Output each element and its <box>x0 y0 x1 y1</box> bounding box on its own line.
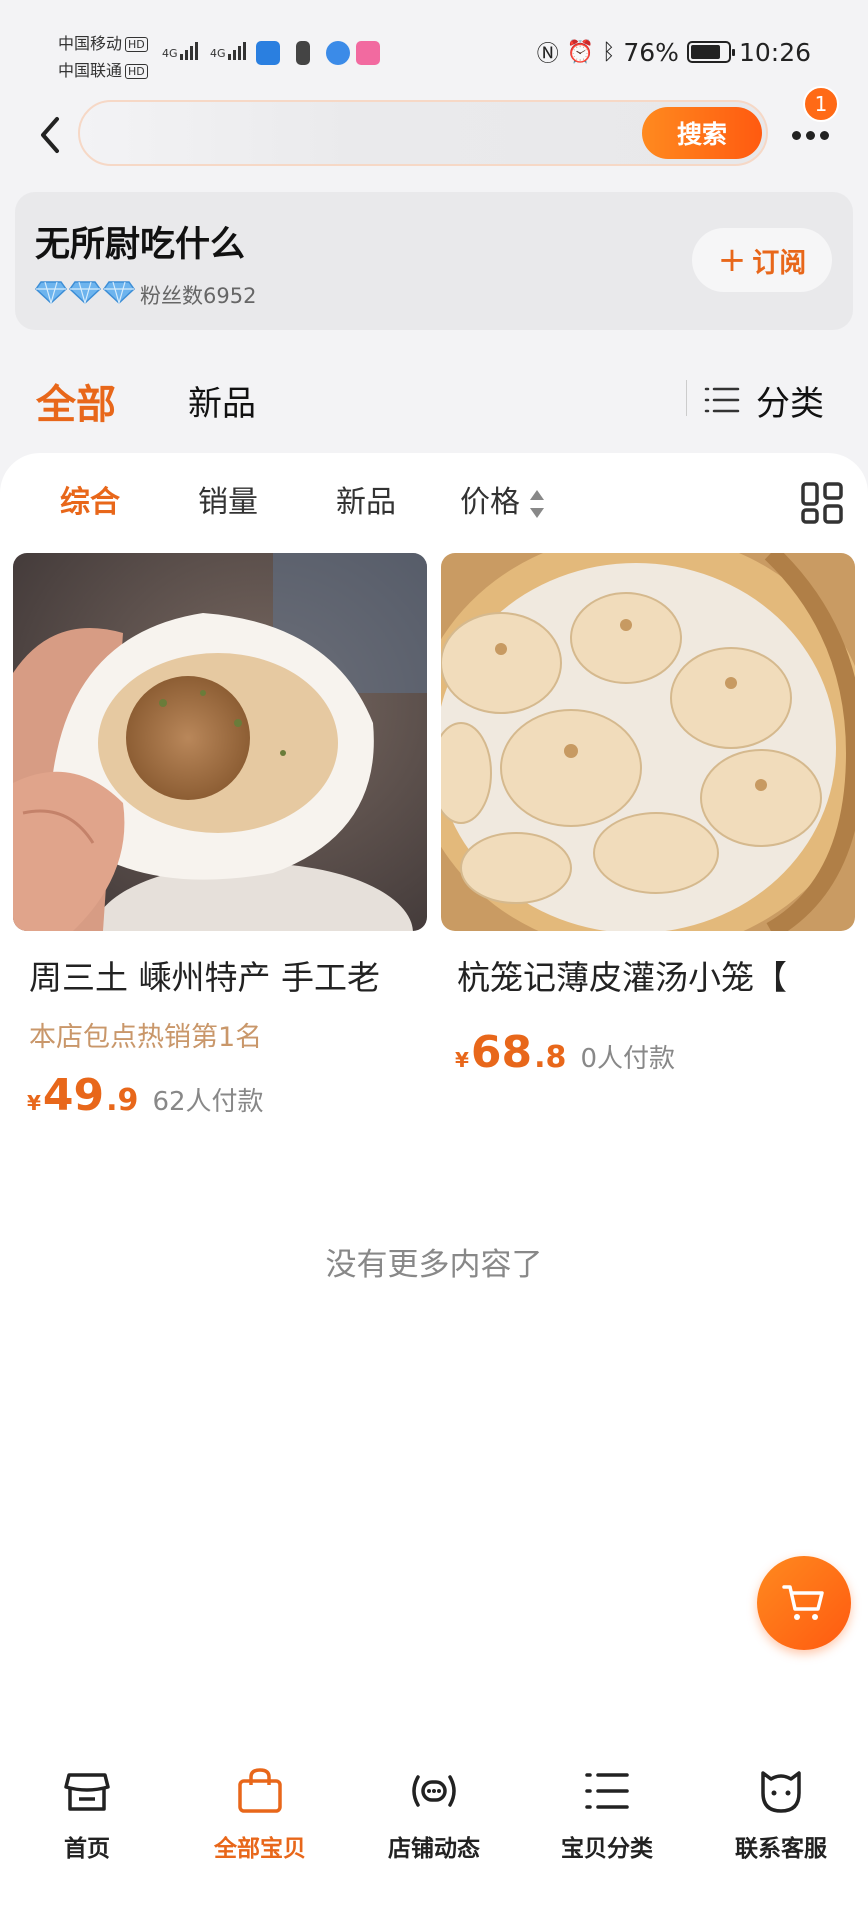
chevron-left-icon <box>41 117 59 153</box>
notification-badge: 1 <box>803 86 839 122</box>
hd-badge: HD <box>125 64 148 79</box>
category-nav: 全部 新品 分类 <box>0 360 868 440</box>
carrier-primary: 中国移动 HD <box>58 30 148 54</box>
warning-icon <box>296 41 310 65</box>
sort-arrows-icon <box>528 488 544 520</box>
carrier-secondary: 中国联通 HD <box>58 57 148 81</box>
status-right: Ⓝ ⏰ ᛒ 76% 10:26 <box>537 36 811 68</box>
tab-label: 全部宝贝 <box>214 1836 306 1862</box>
sort-price[interactable]: 价格 <box>460 475 544 531</box>
cart-icon <box>782 1585 824 1620</box>
sort-sales[interactable]: 销量 <box>198 475 258 531</box>
divider <box>686 380 687 416</box>
carrier-name: 中国移动 <box>58 34 123 53</box>
diamond-icon <box>69 281 101 304</box>
currency-symbol: ¥ <box>27 1091 41 1115</box>
classify-button[interactable]: 分类 <box>704 372 824 428</box>
list-icon <box>585 1773 629 1809</box>
subscribe-button[interactable]: + 订阅 <box>692 228 832 292</box>
shop-name: 无所尉吃什么 <box>35 225 246 265</box>
app-notification-icon <box>256 41 280 65</box>
tab-label: 宝贝分类 <box>561 1836 653 1862</box>
fan-count: 粉丝数6952 <box>140 284 257 308</box>
tab-shop-news[interactable]: 店铺动态 <box>359 1765 509 1875</box>
plus-icon: + <box>717 240 747 280</box>
broadcast-icon <box>412 1775 456 1807</box>
product-card[interactable]: 杭笼记薄皮灌汤小笼【 ¥ 68 .8 0人付款 <box>441 553 855 1078</box>
app-notification-icon <box>326 41 350 65</box>
product-rank-tag: 本店包点热销第1名 <box>29 1022 263 1053</box>
tab-label: 店铺动态 <box>388 1836 480 1862</box>
bottom-tab-bar: 首页 全部宝贝 店铺动态 宝贝分类 联系客服 <box>0 1755 868 1885</box>
sales-count: 62人付款 <box>152 1087 264 1117</box>
sort-comprehensive[interactable]: 综合 <box>60 475 120 531</box>
clock: 10:26 <box>738 37 811 67</box>
price-integer: 49 <box>42 1070 105 1121</box>
dot <box>791 130 801 140</box>
signal-icon: 4G <box>210 42 246 60</box>
subscribe-label: 订阅 <box>752 247 807 279</box>
search-button[interactable]: 搜索 <box>642 107 762 159</box>
network-type: 4G <box>210 47 226 60</box>
currency-symbol: ¥ <box>455 1048 469 1072</box>
cart-button[interactable] <box>757 1556 851 1650</box>
sort-bar: 综合 销量 新品 价格 <box>0 475 868 531</box>
battery-percent: 76% <box>623 37 679 67</box>
product-image[interactable] <box>13 553 427 931</box>
dot <box>805 130 815 140</box>
signal-icon: 4G <box>162 42 198 60</box>
search-input[interactable] <box>104 112 624 154</box>
nfc-icon: Ⓝ <box>536 42 559 67</box>
dot <box>819 130 829 140</box>
alarm-icon: ⏰ <box>566 39 595 65</box>
tab-categories[interactable]: 宝贝分类 <box>532 1765 682 1875</box>
sort-new[interactable]: 新品 <box>336 475 396 531</box>
customer-service-icon <box>761 1771 801 1813</box>
list-icon <box>704 387 740 413</box>
tab-label: 首页 <box>64 1836 110 1862</box>
shop-icon <box>64 1773 110 1811</box>
sales-count: 0人付款 <box>580 1044 675 1074</box>
shopping-bag-icon <box>238 1768 282 1813</box>
carrier-name: 中国联通 <box>58 61 123 80</box>
diamond-icon <box>35 281 67 304</box>
tab-all[interactable]: 全部 <box>36 372 116 430</box>
shop-rating <box>35 280 135 304</box>
price-integer: 68 <box>470 1027 533 1078</box>
bluetooth-icon: ᛒ <box>602 39 616 65</box>
soup-dumplings-image <box>441 553 855 931</box>
battery-icon <box>686 41 735 63</box>
network-type: 4G <box>162 47 178 60</box>
back-button[interactable] <box>30 110 70 160</box>
product-title[interactable]: 周三土 嵊州特产 手工老 <box>29 951 419 999</box>
tab-label: 联系客服 <box>735 1836 827 1862</box>
sort-price-label: 价格 <box>460 485 520 520</box>
price-decimal: .8 <box>534 1040 567 1075</box>
tab-customer-service[interactable]: 联系客服 <box>706 1765 856 1875</box>
tab-new[interactable]: 新品 <box>188 376 256 425</box>
price-row: ¥ 49 .9 62人付款 <box>27 1070 427 1121</box>
price-decimal: .9 <box>106 1083 139 1118</box>
app-notification-icon <box>356 41 380 65</box>
tab-home[interactable]: 首页 <box>12 1765 162 1875</box>
product-image[interactable] <box>441 553 855 931</box>
product-panel: 综合 销量 新品 价格 周三土 嵊州特产 手工老 本店包点热销第1名 ¥ 49 … <box>0 453 868 1920</box>
diamond-icon <box>103 281 135 304</box>
status-bar: 中国移动 HD 中国联通 HD 4G 4G Ⓝ ⏰ ᛒ 76% 10:26 <box>0 0 868 100</box>
search-bar: 搜索 <box>78 100 768 166</box>
classify-label: 分类 <box>756 383 824 424</box>
price-row: ¥ 68 .8 0人付款 <box>455 1027 855 1078</box>
hd-badge: HD <box>125 37 148 52</box>
product-card[interactable]: 周三土 嵊州特产 手工老 本店包点热销第1名 ¥ 49 .9 62人付款 <box>13 553 427 1121</box>
shop-card: 无所尉吃什么 粉丝数6952 + 订阅 <box>15 192 853 330</box>
grid-layout-icon[interactable] <box>800 481 844 525</box>
product-title[interactable]: 杭笼记薄皮灌汤小笼【 <box>457 951 847 999</box>
steamed-bun-image <box>13 553 427 931</box>
end-of-list-text: 没有更多内容了 <box>325 1247 543 1283</box>
tab-all-items[interactable]: 全部宝贝 <box>185 1765 335 1875</box>
